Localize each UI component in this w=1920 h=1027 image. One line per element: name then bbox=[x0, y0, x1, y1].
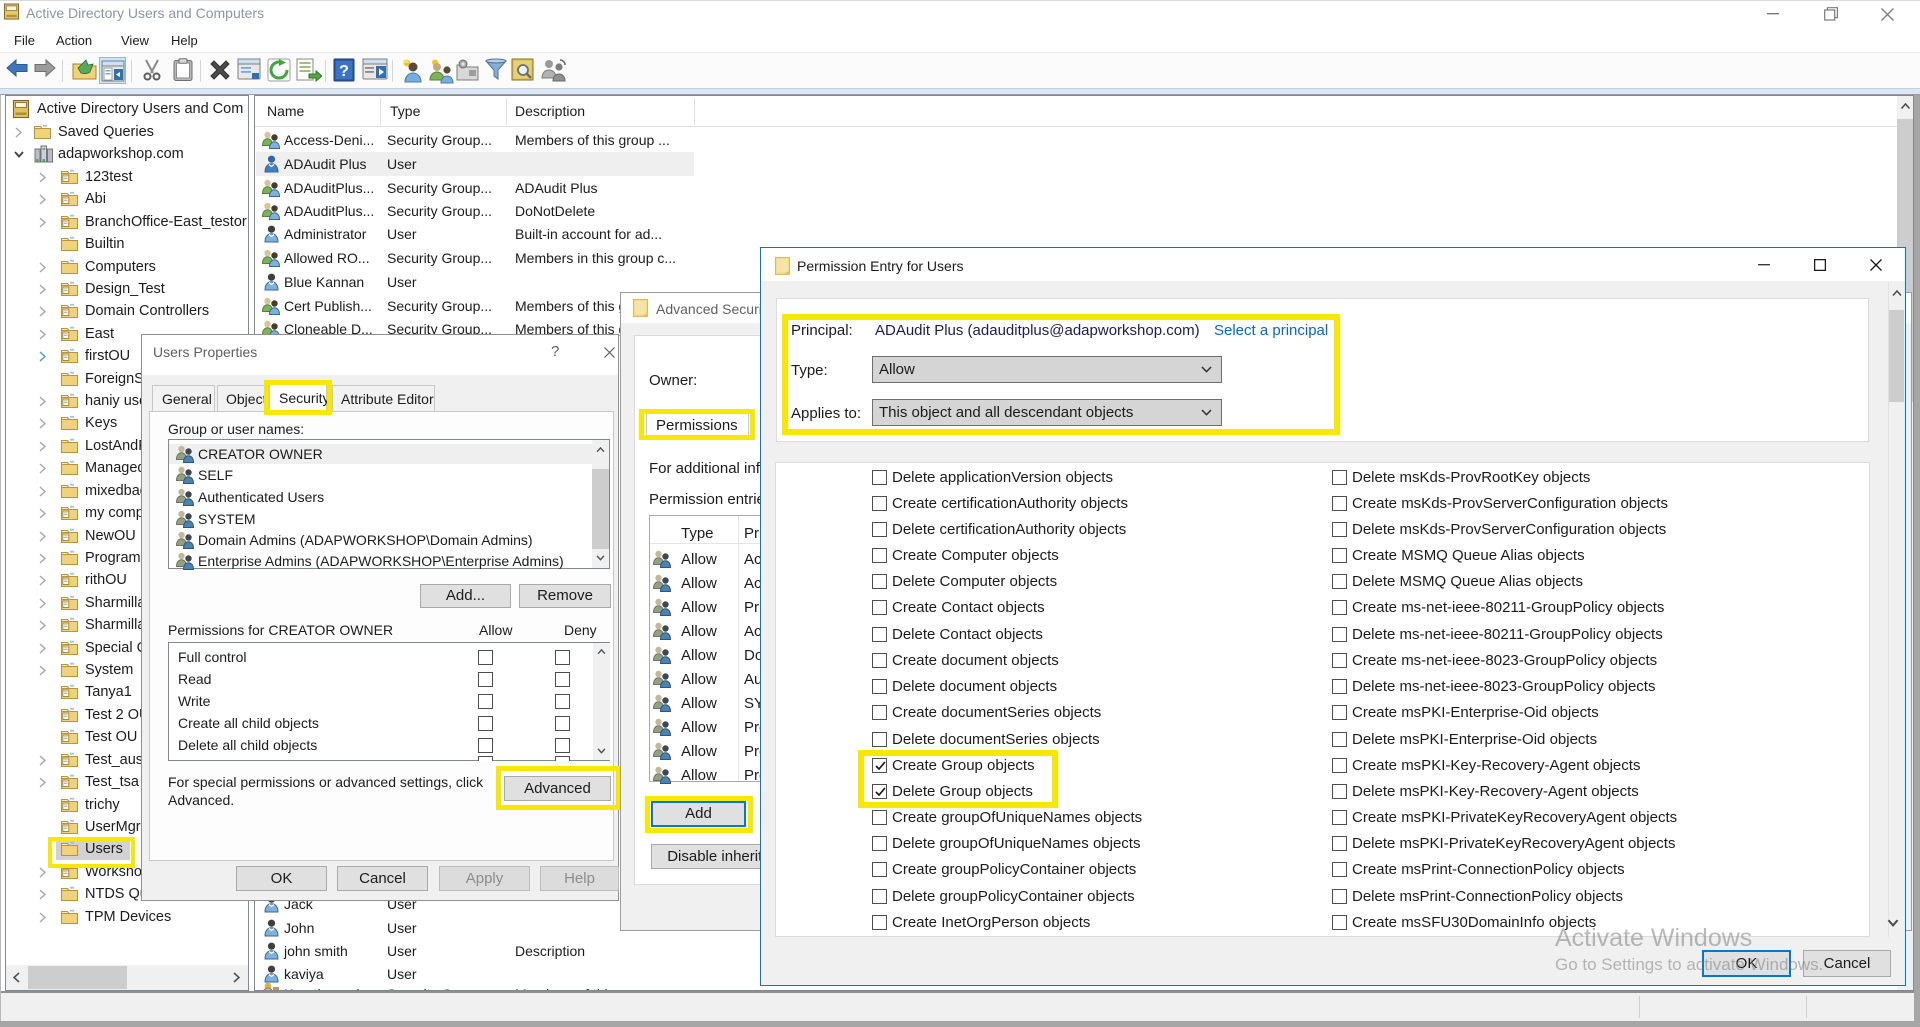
svg-text:?: ? bbox=[339, 63, 349, 80]
